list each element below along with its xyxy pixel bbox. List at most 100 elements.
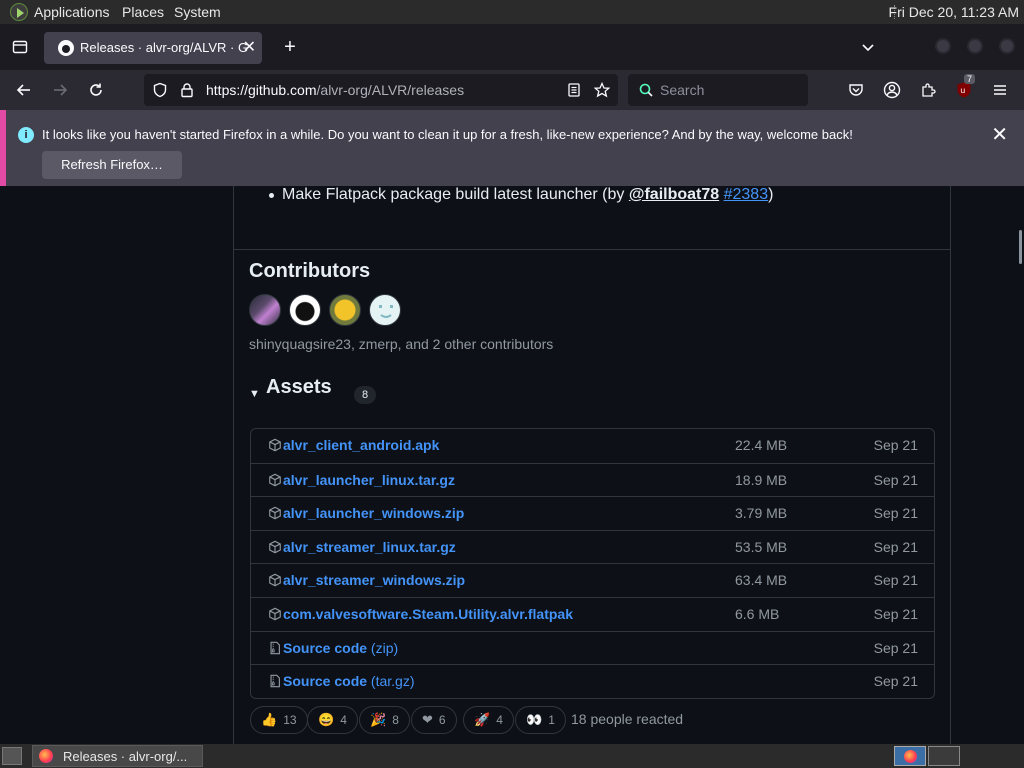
asset-format: (zip) xyxy=(370,639,399,656)
reload-icon xyxy=(90,83,102,96)
release-note-text: Make Flatpack package build latest launc… xyxy=(282,186,629,203)
account-button[interactable] xyxy=(882,80,902,100)
asset-link[interactable]: Source code (tar.gz) xyxy=(283,673,415,689)
asset-row: com.valvesoftware.Steam.Utility.alvr.fla… xyxy=(251,597,934,631)
reaction-button[interactable]: ❤ 6 xyxy=(411,706,457,734)
asset-link[interactable]: alvr_launcher_windows.zip xyxy=(283,505,464,521)
asset-date: Sep 21 xyxy=(873,437,918,453)
applications-menu[interactable]: Applications xyxy=(34,4,110,20)
gnome-menu-icon[interactable] xyxy=(10,3,28,21)
top-panel: Applications Places System Fri Dec 20, 1… xyxy=(0,0,1024,24)
hamburger-menu-icon xyxy=(994,85,1006,95)
taskbar-window-label: Releases · alvr-org/... xyxy=(63,749,188,764)
reaction-emoji-icon: 👀 xyxy=(526,712,543,727)
release-card: Make Flatpack package build latest launc… xyxy=(233,186,951,744)
asset-name: Source code xyxy=(283,639,368,656)
maximize-button[interactable] xyxy=(967,38,983,54)
reaction-button[interactable]: 👍 13 xyxy=(250,706,308,734)
author-mention-link[interactable]: @failboat78 xyxy=(629,186,719,203)
reaction-count: 4 xyxy=(496,713,503,727)
pull-request-link[interactable]: #2383 xyxy=(724,186,769,203)
show-desktop-button[interactable] xyxy=(2,747,22,765)
package-icon xyxy=(269,506,281,520)
page-scrollbar-thumb[interactable] xyxy=(1019,230,1022,264)
ublock-origin-button[interactable]: u 7 xyxy=(954,74,976,100)
contributors-heading: Contributors xyxy=(249,260,371,282)
contributors-summary[interactable]: shinyquagsire23, zmerp, and 2 other cont… xyxy=(249,336,553,352)
asset-date: Sep 21 xyxy=(873,673,918,690)
search-bar[interactable]: Search xyxy=(628,74,808,106)
list-all-tabs-button[interactable] xyxy=(854,33,882,61)
bullet-dot xyxy=(269,193,274,198)
asset-link[interactable]: com.valvesoftware.Steam.Utility.alvr.fla… xyxy=(283,606,573,622)
search-engine-icon[interactable] xyxy=(638,82,654,98)
taskbar-window-button[interactable]: Releases · alvr-org/... xyxy=(32,745,203,767)
asset-link[interactable]: alvr_streamer_windows.zip xyxy=(283,572,465,588)
app-menu-button[interactable] xyxy=(990,80,1010,100)
clock[interactable]: Fri Dec 20, 11:23 AM xyxy=(889,4,1019,20)
refresh-firefox-button[interactable]: Refresh Firefox… xyxy=(42,151,182,179)
svg-text:u: u xyxy=(960,86,965,95)
reaction-emoji-icon: ❤ xyxy=(422,712,433,727)
minimize-button[interactable] xyxy=(935,38,951,54)
release-notes-section: Make Flatpack package build latest launc… xyxy=(234,186,950,250)
asset-format: (tar.gz) xyxy=(370,673,415,690)
reaction-emoji-icon: 😄 xyxy=(318,712,335,727)
reaction-button[interactable]: 🎉 8 xyxy=(359,706,410,734)
reaction-count: 8 xyxy=(392,713,399,727)
back-button[interactable] xyxy=(14,80,34,100)
puzzle-piece-icon xyxy=(922,83,936,97)
close-notification-icon[interactable]: ✕ xyxy=(991,122,1008,147)
url-bar[interactable]: https://github.com/alvr-org/ALVR/release… xyxy=(144,74,618,106)
contributor-avatar[interactable] xyxy=(329,294,361,326)
reload-button[interactable] xyxy=(86,80,106,100)
new-tab-button[interactable]: + xyxy=(276,33,304,61)
pocket-button[interactable] xyxy=(846,80,866,100)
asset-link[interactable]: alvr_streamer_linux.tar.gz xyxy=(283,539,456,555)
github-icon xyxy=(58,40,74,56)
bookmark-star-icon[interactable] xyxy=(594,82,610,98)
assets-list: alvr_client_android.apk 22.4 MB Sep 21 alvr… xyxy=(250,428,935,699)
url-path: /alvr-org/ALVR/releases xyxy=(316,82,465,98)
asset-link[interactable]: alvr_client_android.apk xyxy=(283,437,439,453)
lock-icon[interactable] xyxy=(179,82,195,98)
close-window-button[interactable] xyxy=(999,38,1015,54)
reaction-button[interactable]: 😄 4 xyxy=(307,706,358,734)
close-tab-icon[interactable]: ✕ xyxy=(243,37,256,57)
file-zip-icon xyxy=(270,674,280,688)
firefox-view-button[interactable] xyxy=(6,33,34,61)
file-zip-icon xyxy=(270,641,280,654)
asset-link[interactable]: alvr_launcher_linux.tar.gz xyxy=(283,472,455,488)
account-icon xyxy=(883,81,901,99)
tab-releases[interactable]: Releases · alvr-org/ALVR · G ✕ xyxy=(44,32,262,64)
places-menu[interactable]: Places xyxy=(122,4,164,20)
asset-link[interactable]: Source code (zip) xyxy=(283,640,398,656)
notification-message: It looks like you haven't started Firefo… xyxy=(42,127,853,142)
reaction-button[interactable]: 🚀 4 xyxy=(463,706,514,734)
asset-name: alvr_streamer_windows.zip xyxy=(283,572,466,589)
asset-date: Sep 21 xyxy=(873,471,918,488)
forward-button[interactable] xyxy=(50,80,70,100)
reaction-button[interactable]: 👀 1 xyxy=(515,706,566,734)
reader-view-icon[interactable] xyxy=(566,82,582,98)
nav-bar: https://github.com/alvr-org/ALVR/release… xyxy=(0,70,1024,110)
tracking-protection-shield-icon[interactable] xyxy=(152,82,168,98)
contributor-avatar[interactable] xyxy=(289,294,321,326)
asset-date: Sep 21 xyxy=(873,538,918,555)
extensions-button[interactable] xyxy=(918,80,938,100)
back-arrow-icon xyxy=(16,84,30,96)
assets-toggle-icon[interactable]: ▼ xyxy=(249,388,260,400)
workspace-2[interactable] xyxy=(928,746,960,766)
release-note-suffix: ) xyxy=(768,186,774,203)
contributor-avatar[interactable] xyxy=(249,294,281,326)
contributor-avatar[interactable] xyxy=(369,294,401,326)
reaction-emoji-icon: 👍 xyxy=(261,712,278,727)
asset-name: alvr_client_android.apk xyxy=(283,437,440,453)
pocket-icon xyxy=(849,84,863,96)
url-text[interactable]: https://github.com/alvr-org/ALVR/release… xyxy=(206,82,464,98)
extension-badge: 7 xyxy=(964,74,976,84)
system-menu[interactable]: System xyxy=(174,4,221,20)
workspace-1[interactable] xyxy=(894,746,926,766)
assets-heading[interactable]: Assets xyxy=(266,376,332,399)
package-icon xyxy=(269,540,281,554)
